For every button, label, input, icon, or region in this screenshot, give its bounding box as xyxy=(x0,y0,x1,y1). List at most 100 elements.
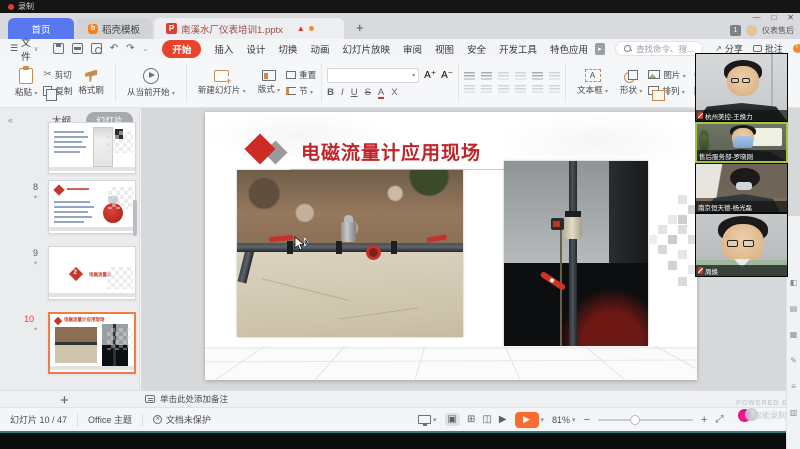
avatar[interactable] xyxy=(746,25,757,36)
paste-button[interactable]: 粘贴 ▾ xyxy=(9,61,43,105)
slide-thumbnail-8[interactable] xyxy=(48,180,136,234)
menu-tab-devtools[interactable]: 开发工具 xyxy=(499,42,537,56)
bullet-list-button[interactable] xyxy=(464,72,475,81)
normal-view-button[interactable]: ▣ xyxy=(445,413,460,426)
text-box-button[interactable]: A 文本框 ▾ xyxy=(571,61,614,105)
shapes-button[interactable]: 形状 ▾ xyxy=(614,61,648,105)
menu-tab-slideshow[interactable]: 幻灯片放映 xyxy=(342,42,390,56)
more-tools-icon[interactable]: ▥ xyxy=(790,408,798,417)
slide-thumbnail-7-partial[interactable] xyxy=(48,122,136,174)
tab-document[interactable]: P 南溪水厂仪表培训1.pptx ▲ xyxy=(154,18,344,39)
columns-button[interactable] xyxy=(549,85,560,94)
slide-sorter-button[interactable]: ⊞ xyxy=(467,414,475,425)
menu-tab-home[interactable]: 开始 xyxy=(162,40,201,58)
menu-tabs-overflow-icon[interactable]: ▸ xyxy=(595,43,605,55)
video-tile-participant-2-speaking[interactable]: 售后服务部-罗晓刚 xyxy=(695,122,788,163)
list-icon[interactable]: ≡ xyxy=(791,382,796,391)
command-search-input[interactable]: 查找命令、搜... xyxy=(615,41,703,56)
slideshow-view-button[interactable]: ▶ xyxy=(499,414,507,425)
slide-title[interactable]: 电磁流量计应用现场 xyxy=(301,138,481,165)
zoom-out-button[interactable]: − xyxy=(584,414,590,426)
font-family-select[interactable]: ▾ xyxy=(327,68,419,83)
play-options-icon[interactable]: ▾ xyxy=(541,416,545,424)
numbered-list-button[interactable] xyxy=(481,72,492,81)
copy-button[interactable]: 复制 xyxy=(43,85,72,97)
menu-tab-insert[interactable]: 插入 xyxy=(214,42,233,56)
left-photo-outdoor-flowmeter[interactable] xyxy=(237,170,463,337)
new-tab-button[interactable]: + xyxy=(346,18,374,39)
video-tile-participant-1[interactable]: 杭州美控-王焕力 xyxy=(695,53,788,122)
section-button[interactable]: 节 ▾ xyxy=(286,85,316,97)
strikethrough-button[interactable]: S xyxy=(365,87,371,98)
notes-bar[interactable]: 单击此处添加备注 xyxy=(0,390,800,407)
align-left-button[interactable] xyxy=(464,85,475,94)
electromagnetic-flowmeter xyxy=(341,222,356,242)
decrease-indent-button[interactable] xyxy=(498,72,509,81)
reset-button[interactable]: 重置 xyxy=(286,69,316,81)
play-slideshow-button[interactable]: ▶ xyxy=(515,412,539,428)
chart-icon[interactable]: ▦ xyxy=(790,330,798,339)
play-from-current-button[interactable]: 从当前开始 ▾ xyxy=(121,61,181,105)
zoom-level-select[interactable]: 81%▾ xyxy=(552,415,576,425)
zoom-slider-knob[interactable] xyxy=(630,415,640,425)
bold-button[interactable]: B xyxy=(327,87,334,98)
document-protection[interactable]: 文档未保护 xyxy=(143,413,221,426)
save-button[interactable] xyxy=(53,43,64,54)
increase-indent-button[interactable] xyxy=(515,72,526,81)
print-button[interactable] xyxy=(72,43,83,54)
align-center-button[interactable] xyxy=(481,85,492,94)
font-color-button[interactable]: A xyxy=(378,87,384,98)
layout-button[interactable]: 版式 ▾ xyxy=(252,61,286,105)
text-direction-button[interactable] xyxy=(549,72,560,81)
clear-format-button[interactable]: X xyxy=(391,87,397,98)
line-spacing-button[interactable] xyxy=(532,72,543,81)
video-tile-participant-3[interactable]: 南京恒天德-杨光磊 xyxy=(695,163,788,213)
slide-canvas[interactable]: 电磁流量计应用现场 xyxy=(205,112,697,380)
undo-button[interactable]: ↶ xyxy=(110,43,118,54)
picture-button[interactable]: 图片 ▾ xyxy=(648,69,685,81)
thumbnail-scrollbar[interactable] xyxy=(133,200,137,236)
menu-tab-transitions[interactable]: 切换 xyxy=(278,42,297,56)
format-painter-button[interactable]: 格式刷 xyxy=(72,61,110,105)
objects-icon[interactable]: ▤ xyxy=(790,304,798,313)
properties-icon[interactable]: ◧ xyxy=(790,278,798,287)
theme-name[interactable]: Office 主题 xyxy=(78,413,142,426)
font-size-increase[interactable]: A⁺ xyxy=(424,70,436,81)
zoom-slider[interactable] xyxy=(598,419,693,421)
new-slide-button[interactable]: 新建幻灯片 ▾ xyxy=(192,61,252,105)
minimize-button[interactable]: — xyxy=(752,13,760,22)
menu-tab-animations[interactable]: 动画 xyxy=(310,42,329,56)
slide-thumbnail-10-selected[interactable]: 电磁流量计应用现场 xyxy=(48,312,136,374)
italic-button[interactable]: I xyxy=(341,87,344,98)
right-photo-indoor-flowmeter[interactable] xyxy=(504,161,648,346)
justify-button[interactable] xyxy=(515,85,526,94)
quickbar-more-icon[interactable]: ⌄ xyxy=(143,45,149,53)
menu-tab-special-apps[interactable]: 特色应用 xyxy=(550,42,588,56)
menu-tab-review[interactable]: 审阅 xyxy=(403,42,422,56)
reading-view-button[interactable]: ◫ xyxy=(482,414,491,425)
close-button[interactable]: ✕ xyxy=(787,13,794,22)
distribute-button[interactable] xyxy=(532,85,543,94)
tab-docer-templates[interactable]: b 稻壳模板 xyxy=(76,18,152,39)
print-preview-button[interactable] xyxy=(91,43,102,54)
file-menu[interactable]: ☰ 文件 ∨ xyxy=(0,35,45,63)
font-size-decrease[interactable]: A⁻ xyxy=(441,70,453,81)
align-right-button[interactable] xyxy=(498,85,509,94)
arrange-button[interactable]: 排列 ▾ xyxy=(648,85,685,97)
menu-tab-design[interactable]: 设计 xyxy=(246,42,265,56)
video-tile-participant-4[interactable]: 周焕 xyxy=(695,213,788,277)
add-slide-button[interactable]: + xyxy=(60,392,69,409)
collapse-panel-button[interactable]: « xyxy=(8,115,13,125)
slide-thumbnail-9[interactable]: 2 电磁流量计 xyxy=(48,246,136,300)
notification-badge[interactable]: 1 xyxy=(730,25,741,36)
feedback-button[interactable]: 有奖反馈∨ xyxy=(793,42,800,55)
menu-tab-view[interactable]: 视图 xyxy=(435,42,454,56)
redo-button[interactable]: ↷ xyxy=(126,43,134,54)
maximize-button[interactable]: □ xyxy=(771,13,776,22)
underline-button[interactable]: U xyxy=(351,87,358,98)
account-name[interactable]: 仪表售后 xyxy=(762,25,794,36)
notes-icon[interactable]: ✎ xyxy=(790,356,797,365)
display-settings-button[interactable]: ▾ xyxy=(418,415,437,424)
menu-tab-security[interactable]: 安全 xyxy=(467,42,486,56)
cut-button[interactable]: ✂剪切 xyxy=(43,69,72,81)
